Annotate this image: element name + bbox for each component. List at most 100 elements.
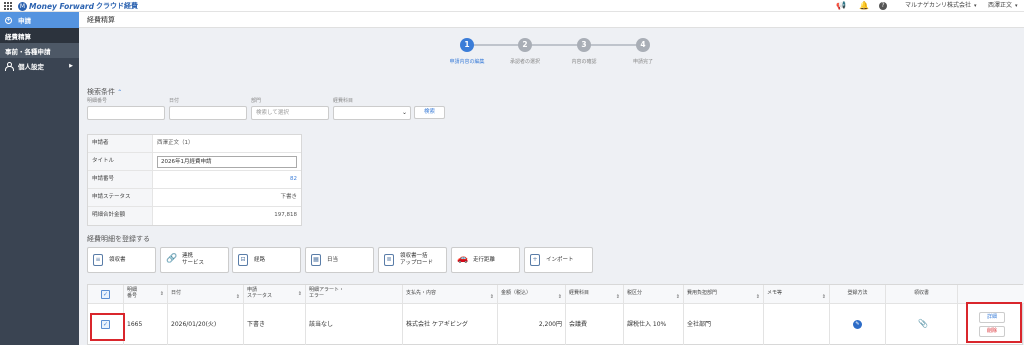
filter-label-id: 明細番号 [87,98,108,104]
person-icon [5,61,14,71]
sort-icon: ⇕ [821,294,826,300]
filter-label-date: 日付 [169,98,180,104]
report-info-table: 申請者 西澤正文（1） タイトル 2026年1月経費申請 申請番号 82 申請ス… [87,134,302,226]
report-number-link[interactable]: 82 [153,171,301,188]
step-3-number: 3 [577,38,591,52]
sort-icon: ⇕ [675,294,680,300]
train-icon: ⊟ [238,254,248,266]
help-icon[interactable]: ? [879,2,887,10]
calendar-icon: ▦ [311,254,321,266]
filter-date-input[interactable] [169,106,247,120]
info-row-applicant: 申請者 西澤正文（1） [88,135,301,153]
pen-icon: ✎ [853,320,862,329]
row-status: 下書き [244,304,306,345]
register-section-title: 経費明細を登録する [87,235,150,243]
header-status[interactable]: 申請 ステータス ⇕ [244,285,306,304]
header-dept[interactable]: 費用負担部門 ⇕ [684,285,764,304]
header-account[interactable]: 経費科目 ⇕ [566,285,624,304]
megaphone-icon[interactable]: 📢 [836,1,846,11]
header-id[interactable]: 明細 番号 ⇕ [124,285,168,304]
sort-icon: ⇕ [297,291,302,297]
header-memo[interactable]: メモ等 ⇕ [764,285,830,304]
sidebar: + 申請 経費精算 事前・各種申請 個人設定 ▶ [0,12,79,345]
register-route-button[interactable]: ⊟ 経路 [232,247,301,273]
filter-account-select[interactable]: ⌄ [333,106,411,120]
register-bulk-upload-button[interactable]: ≣ 領収書一括 アップロード [378,247,447,273]
row-memo [764,304,830,345]
sort-icon: ⇕ [557,294,562,300]
company-selector[interactable]: マルナゲカンリ株式会社 ▾ [905,0,977,12]
logo[interactable]: M Money Forward クラウド経費 [18,0,138,12]
sort-icon: ⇕ [755,294,760,300]
info-key: 申請ステータス [88,189,153,206]
step-4-label: 申請完了 [632,59,653,65]
step-1-number: 1 [460,38,474,52]
sidebar-item-expense[interactable]: 経費精算 [0,28,79,43]
sidebar-header-label: 申請 [18,17,31,25]
header-payee[interactable]: 支払先・内容 ⇕ [403,285,498,304]
header-receipt: 領収書 [886,285,958,304]
register-linked-service-button[interactable]: 🔗 連携 サービス [160,247,229,273]
step-connector [524,44,584,46]
row-dept: 全社部門 [684,304,764,345]
title-cell: 2026年1月経費申請 [153,153,301,170]
logo-product: クラウド経費 [96,2,138,10]
register-daily-allowance-button[interactable]: ▦ 日当 [305,247,374,273]
progress-steps: 1 2 3 4 申請内容の編集 承認者の選択 内容の確認 申請完了 [439,34,659,74]
user-menu[interactable]: 西澤正文 ▾ [988,0,1018,12]
row-registration-method: ✎ [830,304,886,345]
page-title: 経費精算 [79,12,1024,28]
header-amount[interactable]: 金額（税込） ⇕ [498,285,566,304]
filter-dept-input[interactable]: 検索して選択 [251,106,329,120]
sidebar-item-requests[interactable]: 事前・各種申請 [0,43,79,58]
info-row-number: 申請番号 82 [88,171,301,189]
step-2-number: 2 [518,38,532,52]
title-input[interactable]: 2026年1月経費申請 [157,156,297,168]
step-1-label: 申請内容の編集 [449,59,485,65]
main-content: 経費精算 1 2 3 4 申請内容の編集 承認者の選択 内容の確認 申請完了 検… [79,12,1024,345]
info-row-status: 申請ステータス 下書き [88,189,301,207]
total-amount-value: 197,818 [274,212,297,218]
sidebar-header-apply[interactable]: + 申請 [0,12,79,28]
step-connector [584,44,644,46]
sidebar-item-personal-settings[interactable]: 個人設定 ▶ [0,58,79,73]
import-icon: + [530,254,540,266]
status-value: 下書き [280,194,297,200]
register-mileage-button[interactable]: 🚗 走行距離 [451,247,520,273]
header-select-all: ✓ [88,285,124,304]
row-receipt: 📎 [886,304,958,345]
sort-icon: ⇕ [159,291,164,297]
info-key: 申請者 [88,135,153,152]
sort-icon: ⇕ [615,294,620,300]
header-tax[interactable]: 税区分 ⇕ [624,285,684,304]
header-registration-method: 登録方法 [830,285,886,304]
filter-label-dept: 部門 [251,98,262,104]
chevron-down-icon: ⌄ [401,109,407,116]
receipt-icon: ≡ [93,254,103,266]
row-payee: 株式会社 ケアギビング [403,304,498,345]
select-all-checkbox[interactable]: ✓ [101,290,110,299]
app-grid-icon[interactable] [4,2,12,10]
filter-id-input[interactable] [87,106,165,120]
register-import-button[interactable]: + インポート [524,247,593,273]
sidebar-item-label: 経費精算 [5,32,31,41]
applicant-value: 西澤正文（1） [157,140,194,146]
notification-bell-icon[interactable]: 🔔 [859,1,869,11]
search-conditions-toggle[interactable]: 検索条件 ⌃ [87,87,122,97]
header-alert: 明細アラート・ エラー [306,285,403,304]
actions-highlight-box [966,302,1022,343]
step-3-label: 内容の確認 [571,59,597,65]
header-date[interactable]: 日付 ⇕ [168,285,244,304]
register-receipt-button[interactable]: ≡ 領収書 [87,247,156,273]
paperclip-icon[interactable]: 📎 [918,319,928,329]
logo-mark-icon: M [18,1,27,11]
sort-icon: ⇕ [235,294,240,300]
row-alert: 該当なし [306,304,403,345]
info-key: タイトル [88,153,153,170]
expense-table: ✓ 明細 番号 ⇕ 日付 ⇕ 申請 ステータス ⇕ 明細アラート・ エラー 支払先・内… [87,284,1024,345]
link-icon: 🔗 [166,254,178,264]
car-icon: 🚗 [457,254,469,264]
info-row-total: 明細合計金額 197,818 [88,207,301,225]
logo-text: Money Forward [29,1,94,11]
search-button[interactable]: 検索 [414,106,445,119]
